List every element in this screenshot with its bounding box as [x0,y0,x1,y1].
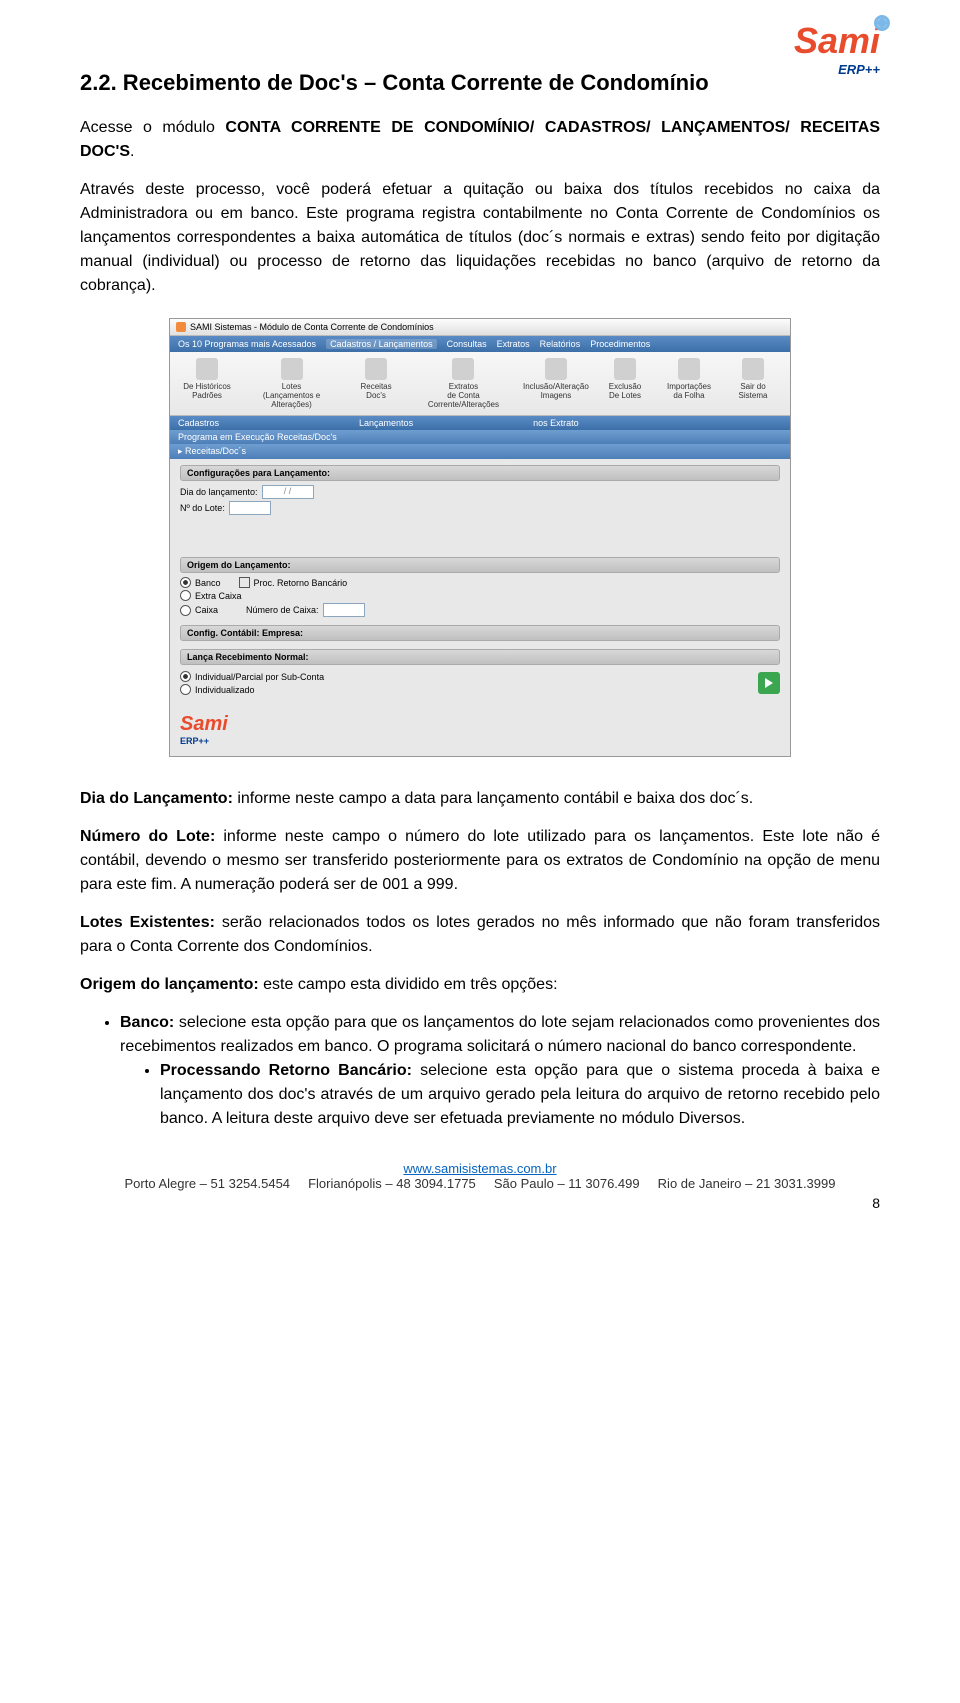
label-lotes-exist: Lotes Existentes: [80,914,215,931]
logo-text: Sami [794,20,880,61]
input-lote[interactable] [229,501,271,515]
label-lote: Nº do Lote: [180,503,225,513]
group-config-title: Configurações para Lançamento: [180,465,780,481]
paragraph-description: Através deste processo, você poderá efet… [80,178,880,298]
footer-url[interactable]: www.samisistemas.com.br [403,1161,556,1176]
page-number: 8 [80,1195,880,1211]
option-banco: Banco: selecione esta opção para que os … [120,1011,880,1131]
running-program-bar: Programa em Execução Receitas/Doc's [170,430,790,444]
option-proc-label: Processando Retorno Bancário: [160,1062,412,1079]
app-screenshot: SAMI Sistemas - Módulo de Conta Corrente… [169,318,791,757]
tool-sair[interactable]: Sair doSistema [722,356,784,411]
label-proc: Proc. Retorno Bancário [254,578,348,588]
inclusao-icon [545,358,567,380]
label-num-lote: Número do Lote: [80,828,215,845]
tab-procedimentos[interactable]: Procedimentos [590,339,650,349]
group-origem-title: Origem do Lançamento: [180,557,780,573]
app-icon [176,322,186,332]
page-footer: www.samisistemas.com.br Porto Alegre – 5… [80,1161,880,1191]
tab-consultas[interactable]: Consultas [447,339,487,349]
option-banco-label: Banco: [120,1014,174,1031]
radio-individualizado[interactable] [180,684,191,695]
tool-extratos[interactable]: Extratosde Conta Corrente/Alterações [409,356,518,411]
window-titlebar: SAMI Sistemas - Módulo de Conta Corrente… [170,319,790,336]
ribbon-group-labels: Cadastros Lançamentos nos Extrato [170,416,790,430]
group-receb-title: Lança Recebimento Normal: [180,649,780,665]
field-desc-lote: Número do Lote: informe neste campo o nú… [80,825,880,897]
run-button[interactable] [758,672,780,694]
field-lote: Nº do Lote: [180,501,780,515]
option-proc-retorno: Processando Retorno Bancário: selecione … [160,1059,880,1131]
extratos-icon [452,358,474,380]
label-num-caixa: Número de Caixa: [246,605,319,615]
config-contabil-bar: Config. Contábil: Empresa: [180,625,780,641]
label-caixa: Caixa [195,605,218,615]
paragraph-intro: Acesse o módulo CONTA CORRENTE DE CONDOM… [80,116,880,164]
tab-programs[interactable]: Os 10 Programas mais Acessados [178,339,316,349]
origin-options-list: Banco: selecione esta opção para que os … [80,1011,880,1131]
section-heading: 2.2. Recebimento de Doc's – Conta Corren… [80,70,880,96]
label-dia-lanc: Dia do Lançamento: [80,790,233,807]
label-dia: Dia do lançamento: [180,487,258,497]
footer-contacts: Porto Alegre – 51 3254.5454 Florianópoli… [80,1176,880,1191]
input-dia[interactable]: / / [262,485,314,499]
label-ind-parcial: Individual/Parcial por Sub-Conta [195,672,324,682]
label-origem: Origem do lançamento: [80,976,259,993]
ribbon-toolbar: De HistóricosPadrões Lotes(Lançamentos e… [170,352,790,416]
input-num-caixa[interactable] [323,603,365,617]
tab-relatorios[interactable]: Relatórios [540,339,581,349]
radio-ind-parcial[interactable] [180,671,191,682]
label-banco: Banco [195,578,221,588]
tool-lotes[interactable]: Lotes(Lançamentos e Alterações) [240,356,343,411]
radio-extra-caixa[interactable] [180,590,191,601]
field-desc-lotes-existentes: Lotes Existentes: serão relacionados tod… [80,911,880,959]
label-extra: Extra Caixa [195,591,242,601]
window-title: SAMI Sistemas - Módulo de Conta Corrente… [190,322,434,332]
form-panel: Configurações para Lançamento: Dia do la… [170,459,790,703]
receitas-icon [365,358,387,380]
field-desc-origem: Origem do lançamento: este campo esta di… [80,973,880,997]
intro-suffix: . [130,143,134,160]
tool-receitas[interactable]: ReceitasDoc's [345,356,407,411]
tool-importacoes[interactable]: Importaçõesda Folha [658,356,720,411]
screenshot-footer-logo: Sami ERP++ [170,703,790,756]
lotes-icon [281,358,303,380]
main-tabbar: Os 10 Programas mais Acessados Cadastros… [170,336,790,352]
import-icon [678,358,700,380]
field-dia-lancamento: Dia do lançamento: / / [180,485,780,499]
brand-logo: Sami ERP++ [794,20,880,77]
history-icon [196,358,218,380]
radio-caixa[interactable] [180,605,191,616]
label-individualizado: Individualizado [195,685,255,695]
field-desc-dia: Dia do Lançamento: informe neste campo a… [80,787,880,811]
tool-historicos[interactable]: De HistóricosPadrões [176,356,238,411]
breadcrumb-bar: ▸ Receitas/Doc´s [170,444,790,459]
tab-extratos[interactable]: Extratos [497,339,530,349]
tool-exclusao[interactable]: ExclusãoDe Lotes [594,356,656,411]
check-proc-retorno[interactable] [239,577,250,588]
exit-icon [742,358,764,380]
tool-inclusao[interactable]: Inclusão/AlteraçãoImagens [520,356,592,411]
globe-icon [874,15,890,31]
intro-prefix: Acesse o módulo [80,119,225,136]
logo-subtitle: ERP++ [794,62,880,77]
tab-cadastros[interactable]: Cadastros / Lançamentos [326,339,437,349]
radio-banco[interactable] [180,577,191,588]
exclusao-icon [614,358,636,380]
